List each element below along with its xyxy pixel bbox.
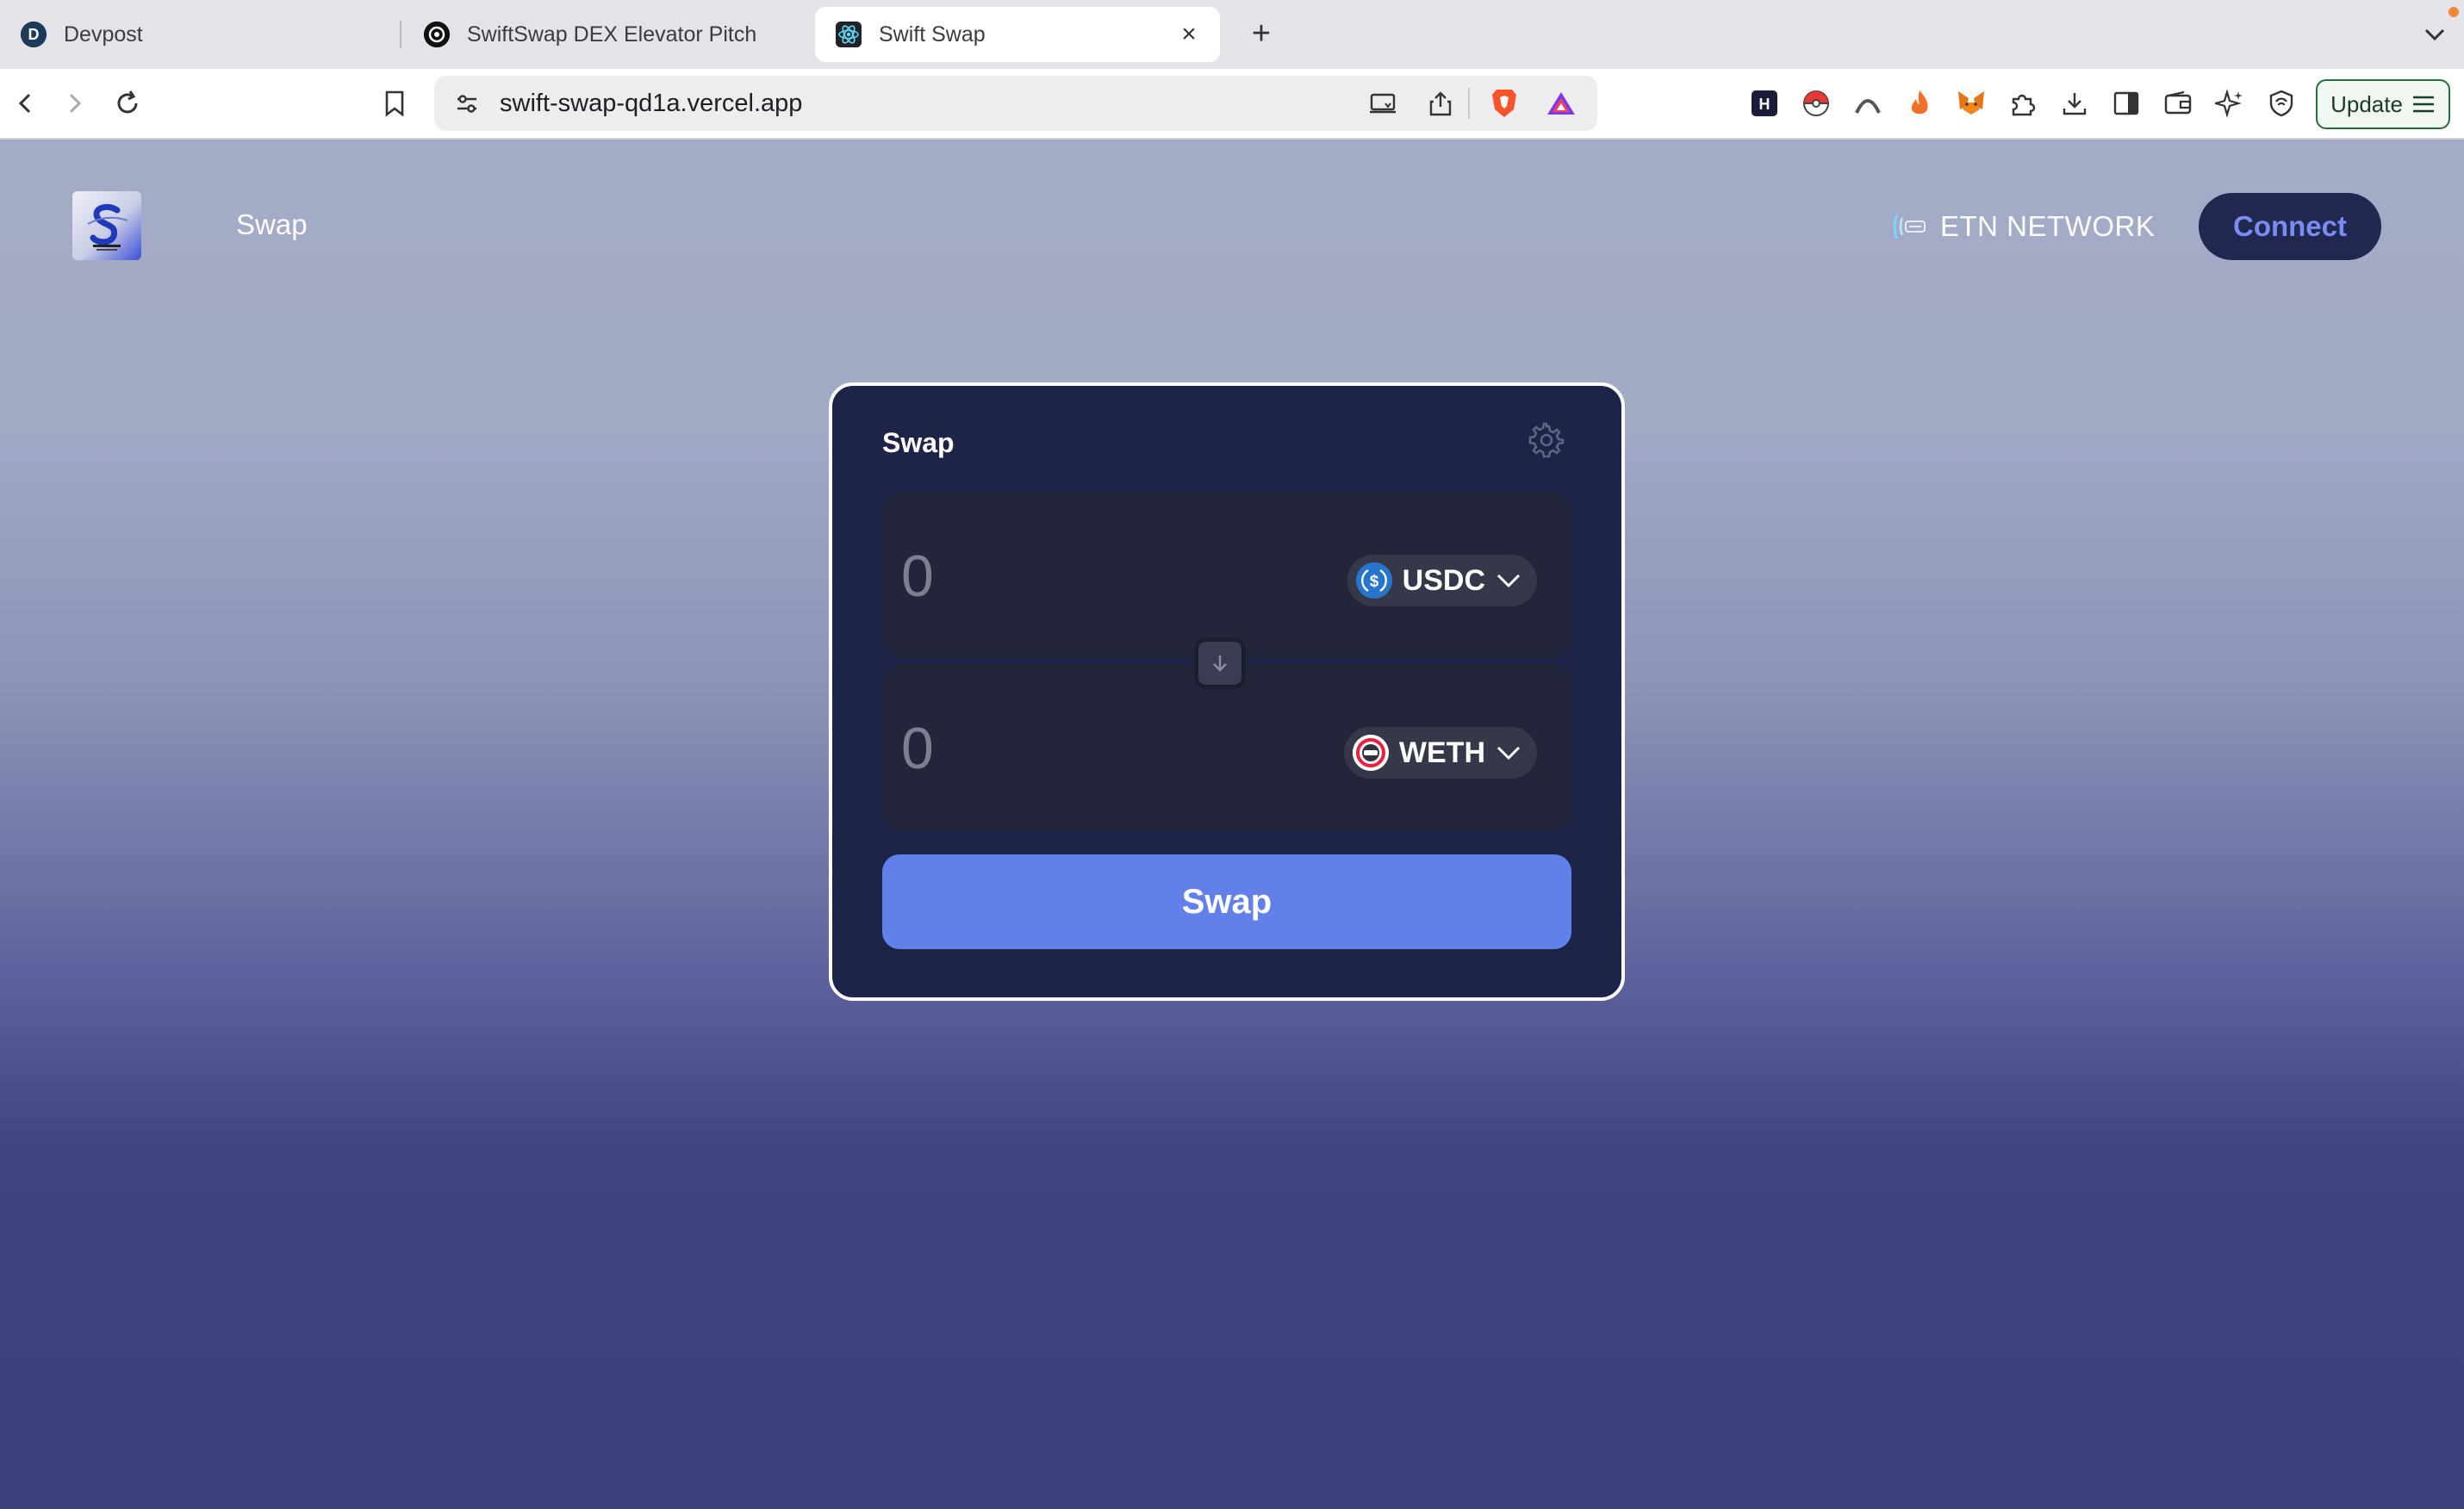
tab-title: SwiftSwap DEX Elevator Pitch — [467, 22, 757, 47]
brave-shields-icon[interactable] — [1485, 84, 1523, 122]
brave-rewards-icon[interactable] — [1542, 84, 1580, 122]
new-tab-button[interactable]: + — [1241, 14, 1282, 55]
tab-title: Swift Swap — [879, 22, 986, 47]
switch-tokens-button[interactable] — [1194, 637, 1246, 689]
weth-icon — [1352, 735, 1389, 771]
bookmark-button[interactable] — [372, 81, 417, 126]
nav-swap-link[interactable]: Swap — [236, 208, 308, 241]
update-button[interactable]: Update — [2316, 79, 2450, 129]
chevron-down-icon — [1496, 574, 1521, 588]
arc-extension-icon[interactable] — [1849, 84, 1887, 122]
swift-swap-logo[interactable] — [72, 191, 141, 260]
to-token-symbol: WETH — [1398, 736, 1485, 769]
usdc-icon: $ — [1355, 562, 1392, 599]
url-text[interactable]: swift-swap-qd1a.vercel.app — [500, 76, 802, 131]
puzzle-extensions-icon[interactable] — [2004, 84, 2042, 122]
metamask-fox-icon[interactable] — [1952, 84, 1990, 122]
back-button[interactable] — [3, 81, 48, 126]
swap-card: Swap 0 $ USDC 0 WETH Swap — [829, 382, 1625, 1001]
tab-title: Devpost — [64, 22, 143, 47]
reload-icon — [117, 90, 138, 114]
flame-icon[interactable] — [1901, 84, 1938, 122]
menu-icon — [2412, 96, 2434, 113]
chevron-down-icon — [1496, 746, 1521, 761]
back-arrow-icon — [18, 93, 31, 114]
share-icon[interactable] — [1422, 84, 1459, 122]
to-amount-input[interactable]: 0 — [901, 715, 934, 782]
bookmark-icon — [385, 90, 404, 117]
sidebar-toggle-icon[interactable] — [2107, 84, 2145, 122]
from-token-symbol: USDC — [1402, 563, 1485, 597]
vpn-shield-icon[interactable] — [2262, 84, 2300, 122]
notification-dot — [2448, 7, 2459, 17]
pokeball-icon[interactable] — [1797, 84, 1835, 122]
tab-devpost[interactable]: D Devpost — [10, 7, 389, 62]
swift-swap-page: Swap ETN NETWORK Connect Swap 0 $ USDC 0… — [0, 140, 2464, 1509]
from-token-panel: 0 $ USDC — [882, 493, 1571, 658]
update-label: Update — [2330, 90, 2403, 117]
address-bar[interactable]: swift-swap-qd1a.vercel.app — [434, 76, 1597, 131]
forward-arrow-icon — [69, 93, 82, 114]
site-settings-icon[interactable] — [448, 84, 486, 122]
cast-icon[interactable] — [1365, 84, 1403, 122]
from-amount-input[interactable]: 0 — [901, 543, 934, 610]
browser-toolbar: swift-swap-qd1a.vercel.app H Update — [0, 69, 2464, 140]
tab-swiftswap-pitch[interactable]: SwiftSwap DEX Elevator Pitch — [414, 7, 810, 62]
network-indicator[interactable]: ETN NETWORK — [1888, 207, 2155, 246]
extension-icon-1[interactable]: H — [1745, 84, 1783, 122]
etn-network-icon — [1893, 214, 1926, 239]
forward-button[interactable] — [52, 81, 96, 126]
omnibox-divider — [1468, 88, 1470, 119]
svg-text:$: $ — [1369, 573, 1378, 591]
to-token-selector[interactable]: WETH — [1343, 727, 1537, 779]
tab-list-chevron-icon[interactable] — [2417, 17, 2452, 52]
leo-ai-sparkle-icon[interactable] — [2211, 84, 2249, 122]
settings-gear-icon[interactable] — [1528, 422, 1565, 458]
devpost-icon: D — [21, 22, 47, 47]
network-label: ETN NETWORK — [1940, 210, 2156, 242]
browser-tab-bar: D Devpost SwiftSwap DEX Elevator Pitch S… — [0, 0, 2464, 69]
tab-divider — [400, 21, 401, 48]
svg-text:H: H — [1759, 96, 1770, 113]
close-tab-icon[interactable]: × — [1173, 19, 1204, 50]
connect-wallet-button[interactable]: Connect — [2199, 193, 2381, 260]
wallet-icon[interactable] — [2159, 84, 2197, 122]
svg-text:D: D — [28, 26, 40, 43]
tab-swift-swap[interactable]: Swift Swap × — [815, 7, 1220, 62]
openai-icon — [424, 22, 450, 47]
react-icon — [836, 22, 862, 47]
reload-button[interactable] — [105, 81, 150, 126]
download-icon[interactable] — [2056, 84, 2094, 122]
swap-submit-button[interactable]: Swap — [882, 854, 1571, 949]
swap-card-title: Swap — [882, 427, 955, 458]
to-token-panel: 0 WETH — [882, 665, 1571, 830]
from-token-selector[interactable]: $ USDC — [1347, 555, 1537, 606]
arrow-down-icon — [1213, 655, 1227, 672]
